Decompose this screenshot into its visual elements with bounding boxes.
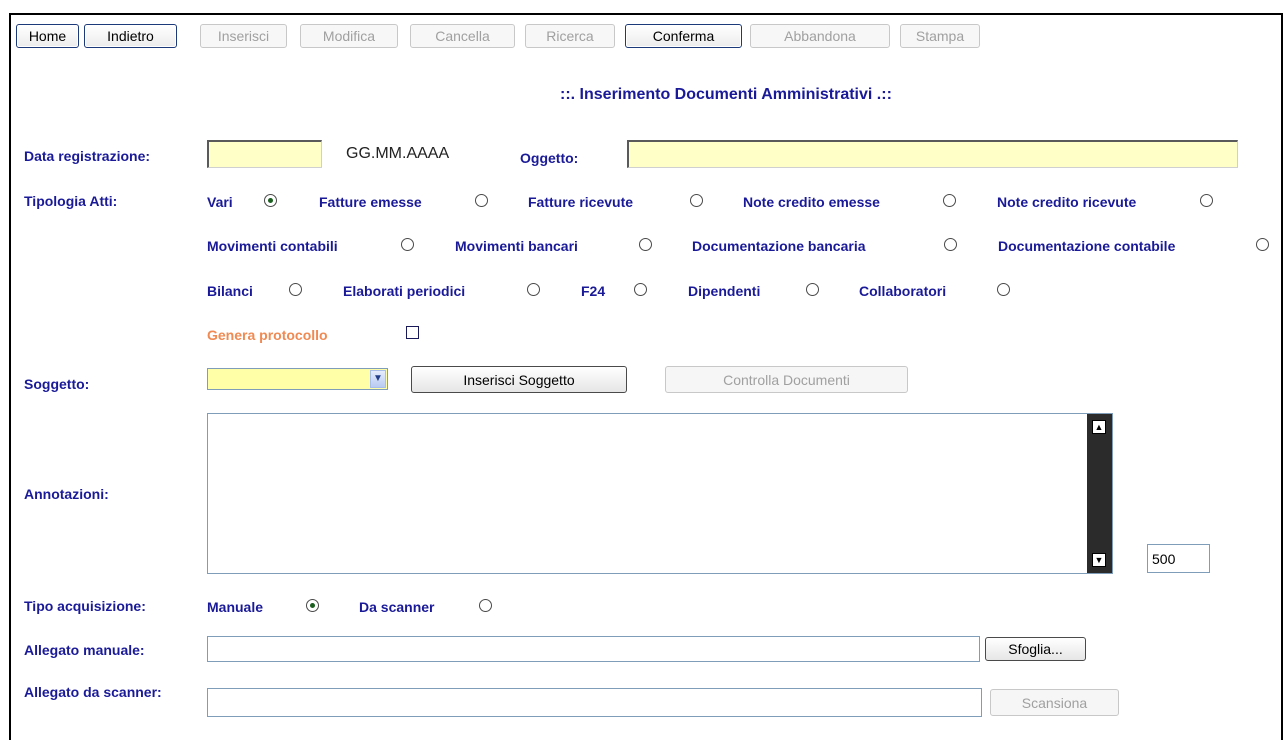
print-button[interactable]: Stampa	[900, 24, 980, 48]
annotazioni-textarea[interactable]: ▲ ▼	[207, 413, 1113, 574]
search-button[interactable]: Ricerca	[525, 24, 615, 48]
option-fatture-ricevute-radio[interactable]	[690, 194, 703, 207]
option-documentazione-bancaria-radio[interactable]	[944, 238, 957, 251]
option-movimenti-contabili-radio[interactable]	[401, 238, 414, 251]
tipo-acquisizione-label: Tipo acquisizione:	[24, 598, 146, 614]
option-bilanci-label: Bilanci	[207, 283, 253, 299]
option-dipendenti-label: Dipendenti	[688, 283, 761, 299]
option-collaboratori-label: Collaboratori	[859, 283, 947, 299]
option-fatture-emesse-radio[interactable]	[475, 194, 488, 207]
allegato-scanner-input[interactable]	[207, 688, 982, 717]
data-registrazione-label: Data registrazione:	[24, 148, 151, 164]
delete-button[interactable]: Cancella	[410, 24, 515, 48]
scansiona-button[interactable]: Scansiona	[990, 689, 1119, 716]
inserisci-soggetto-button[interactable]: Inserisci Soggetto	[411, 366, 627, 393]
soggetto-label: Soggetto:	[24, 376, 90, 392]
annotazioni-scrollbar[interactable]: ▲ ▼	[1087, 414, 1112, 573]
home-button[interactable]: Home	[16, 24, 79, 48]
option-fatture-ricevute-label: Fatture ricevute	[528, 194, 634, 210]
page-title: ::. Inserimento Documenti Amministrativi…	[560, 86, 892, 103]
option-documentazione-contabile-radio[interactable]	[1256, 238, 1269, 251]
allegato-manuale-label: Allegato manuale:	[24, 642, 145, 658]
option-f24-label: F24	[581, 283, 606, 299]
soggetto-select[interactable]: ▼	[207, 368, 388, 390]
option-movimenti-bancari-label: Movimenti bancari	[455, 238, 578, 254]
back-button[interactable]: Indietro	[84, 24, 177, 48]
option-note-credito-ricevute-label: Note credito ricevute	[997, 194, 1137, 210]
sfoglia-button[interactable]: Sfoglia...	[985, 637, 1086, 661]
option-vari-radio[interactable]	[264, 194, 277, 207]
page-frame	[9, 13, 1283, 740]
option-elaborati-periodici-radio[interactable]	[527, 283, 540, 296]
allegato-manuale-input[interactable]	[207, 636, 980, 662]
allegato-scanner-label: Allegato da scanner:	[24, 684, 162, 700]
genera-protocollo-checkbox[interactable]	[406, 326, 419, 339]
acquisizione-manuale-label: Manuale	[207, 599, 264, 615]
option-note-credito-emesse-radio[interactable]	[943, 194, 956, 207]
option-bilanci-radio[interactable]	[289, 283, 302, 296]
acquisizione-manuale-radio[interactable]	[306, 599, 319, 612]
genera-protocollo-label: Genera protocollo	[207, 327, 328, 343]
option-documentazione-contabile-label: Documentazione contabile	[998, 238, 1176, 254]
chevron-down-icon[interactable]: ▼	[370, 370, 386, 388]
scroll-down-icon[interactable]: ▼	[1092, 553, 1106, 567]
option-dipendenti-radio[interactable]	[806, 283, 819, 296]
edit-button[interactable]: Modifica	[300, 24, 398, 48]
option-documentazione-bancaria-label: Documentazione bancaria	[692, 238, 866, 254]
option-elaborati-periodici-label: Elaborati periodici	[343, 283, 466, 299]
option-note-credito-emesse-label: Note credito emesse	[743, 194, 880, 210]
controlla-documenti-button[interactable]: Controlla Documenti	[665, 366, 908, 393]
date-format-hint: GG.MM.AAAA	[346, 145, 450, 162]
scroll-up-icon[interactable]: ▲	[1092, 420, 1106, 434]
data-registrazione-input[interactable]	[207, 140, 322, 168]
option-fatture-emesse-label: Fatture emesse	[319, 194, 422, 210]
oggetto-input[interactable]	[627, 140, 1238, 168]
option-vari-label: Vari	[207, 194, 233, 210]
annotazioni-label: Annotazioni:	[24, 486, 109, 502]
abandon-button[interactable]: Abbandona	[750, 24, 890, 48]
option-movimenti-contabili-label: Movimenti contabili	[207, 238, 338, 254]
acquisizione-scanner-label: Da scanner	[359, 599, 435, 615]
option-collaboratori-radio[interactable]	[997, 283, 1010, 296]
insert-button[interactable]: Inserisci	[200, 24, 287, 48]
char-counter	[1147, 544, 1210, 573]
tipologia-label: Tipologia Atti:	[24, 193, 118, 209]
acquisizione-scanner-radio[interactable]	[479, 599, 492, 612]
option-movimenti-bancari-radio[interactable]	[639, 238, 652, 251]
option-note-credito-ricevute-radio[interactable]	[1200, 194, 1213, 207]
confirm-button[interactable]: Conferma	[625, 24, 742, 48]
oggetto-label: Oggetto:	[520, 150, 579, 166]
option-f24-radio[interactable]	[634, 283, 647, 296]
